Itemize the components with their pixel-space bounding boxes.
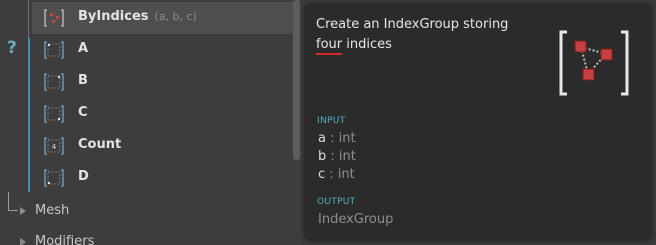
tree-line (8, 210, 18, 211)
node-label: B (78, 73, 88, 88)
expand-arrow-icon (20, 237, 26, 245)
output-section-title: OUTPUT (317, 197, 356, 207)
scrollbar-thumb[interactable] (293, 0, 300, 160)
index-icon (44, 41, 64, 59)
node-item-byindices[interactable]: ByIndices (a, b, c) (32, 2, 294, 34)
category-label: Modifiers (35, 234, 95, 245)
node-item-b[interactable]: B (32, 66, 294, 98)
help-icon[interactable]: ? (7, 38, 17, 58)
node-args: (a, b, c) (154, 10, 197, 23)
category-mesh[interactable]: Mesh (20, 203, 69, 218)
node-label: C (78, 105, 88, 120)
output-type: IndexGroup (318, 212, 394, 227)
node-item-d[interactable]: D (32, 162, 294, 194)
tree-line (8, 192, 9, 210)
node-item-c[interactable]: C (32, 98, 294, 130)
index-icon (44, 169, 64, 187)
expand-arrow-icon (20, 206, 26, 215)
selection-accent-bar (28, 38, 30, 192)
index-group-icon (559, 30, 629, 96)
node-label: A (78, 41, 89, 56)
node-label: Count (78, 137, 122, 152)
node-item-a[interactable]: A (32, 34, 294, 66)
node-browser-panel: ? ByIndices (a, b, c) A B C 4 Count D Me… (0, 0, 302, 245)
index-group-icon (44, 9, 64, 27)
tooltip-description: Create an IndexGroup storing four indice… (316, 15, 536, 55)
spelling-underline: four (316, 37, 343, 55)
index-icon (44, 73, 64, 91)
node-label: ByIndices (a, b, c) (78, 9, 197, 24)
svg-text:4: 4 (52, 143, 57, 151)
tree-line (28, 0, 29, 38)
node-tooltip: Create an IndexGroup storing four indice… (305, 4, 651, 240)
input-param-b: b : int (318, 149, 356, 164)
node-item-count[interactable]: 4 Count (32, 130, 294, 162)
index-icon (44, 105, 64, 123)
input-param-c: c : int (318, 167, 355, 182)
category-label: Mesh (35, 203, 70, 218)
input-section-title: INPUT (317, 116, 346, 126)
count-icon: 4 (44, 137, 64, 155)
input-param-a: a : int (318, 131, 356, 146)
node-label: D (78, 169, 89, 184)
category-modifiers[interactable]: Modifiers (20, 234, 94, 245)
